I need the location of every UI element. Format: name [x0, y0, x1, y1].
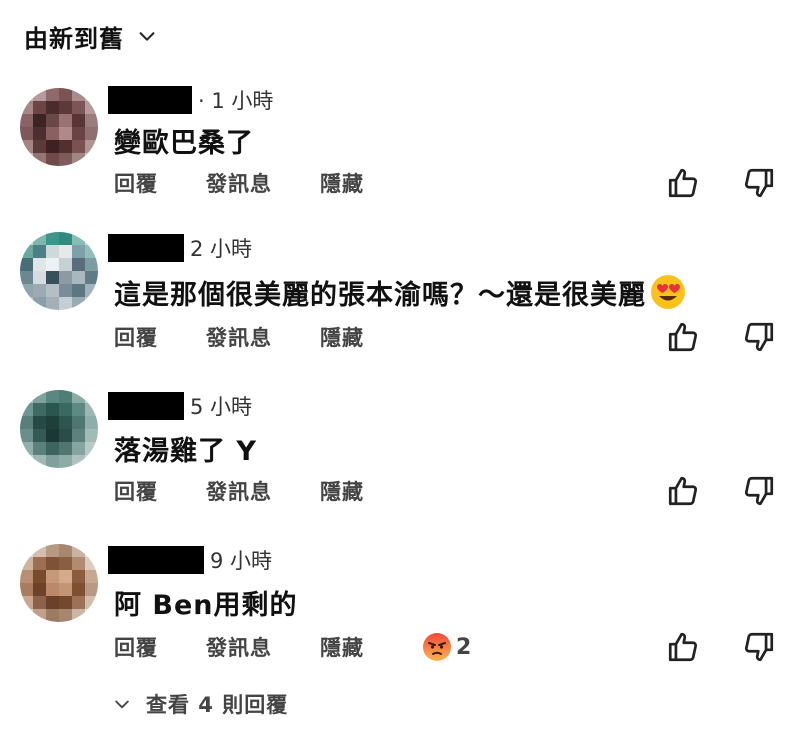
comment: · 1 小時 變歐巴桑了 回覆 發訊息 隱藏 — [0, 78, 800, 228]
message-button[interactable]: 發訊息 — [206, 322, 272, 352]
comment-text: 落湯雞了 Y — [114, 435, 257, 467]
message-button[interactable]: 發訊息 — [206, 168, 272, 198]
comment: 9 小時 阿 Ben用剩的 回覆 發訊息 隱藏 2 — [0, 538, 800, 688]
sort-label: 由新到舊 — [24, 24, 124, 53]
comment-time: 9 小時 — [210, 549, 273, 573]
reaction-count: 2 — [456, 634, 472, 660]
hide-button[interactable]: 隱藏 — [320, 632, 364, 662]
comment: 2 小時 這是那個很美麗的張本渝嗎？～還是很美麗 回覆 發訊息 隱藏 — [0, 226, 800, 376]
reply-button[interactable]: 回覆 — [114, 168, 158, 198]
avatar[interactable] — [20, 232, 98, 310]
comment-time: 5 小時 — [190, 395, 253, 419]
hide-button[interactable]: 隱藏 — [320, 476, 364, 506]
thumbs-down-icon[interactable] — [742, 630, 776, 664]
reply-button[interactable]: 回覆 — [114, 632, 158, 662]
message-button[interactable]: 發訊息 — [206, 476, 272, 506]
thumbs-down-icon[interactable] — [742, 320, 776, 354]
sort-dropdown[interactable]: 由新到舊 — [24, 18, 158, 54]
hide-button[interactable]: 隱藏 — [320, 322, 364, 352]
angry-emoji-icon — [423, 633, 451, 661]
comment-text: 變歐巴桑了 — [114, 127, 254, 159]
heart-eyes-emoji-icon — [651, 275, 685, 309]
view-replies-label: 查看 4 則回覆 — [146, 693, 289, 717]
thumbs-up-icon[interactable] — [666, 630, 700, 664]
avatar[interactable] — [20, 544, 98, 622]
reply-button[interactable]: 回覆 — [114, 322, 158, 352]
comment: 5 小時 落湯雞了 Y 回覆 發訊息 隱藏 — [0, 384, 800, 534]
reaction-summary[interactable]: 2 — [422, 632, 471, 662]
avatar[interactable] — [20, 88, 98, 166]
thumbs-down-icon[interactable] — [742, 166, 776, 200]
message-button[interactable]: 發訊息 — [206, 632, 272, 662]
reply-button[interactable]: 回覆 — [114, 476, 158, 506]
thumbs-up-icon[interactable] — [666, 166, 700, 200]
redacted-username — [108, 234, 184, 262]
hide-button[interactable]: 隱藏 — [320, 168, 364, 198]
comment-time: · 1 小時 — [198, 89, 274, 113]
redacted-username — [108, 546, 204, 574]
redacted-username — [108, 392, 184, 420]
comment-time: 2 小時 — [190, 237, 253, 261]
chevron-down-icon — [115, 700, 129, 709]
thumbs-down-icon[interactable] — [742, 474, 776, 508]
thumbs-up-icon[interactable] — [666, 474, 700, 508]
avatar[interactable] — [20, 390, 98, 468]
redacted-username — [108, 86, 192, 114]
comment-text: 這是那個很美麗的張本渝嗎？～還是很美麗 — [114, 279, 646, 311]
chevron-down-icon — [139, 32, 155, 41]
view-replies-button[interactable]: 查看 4 則回覆 — [112, 686, 288, 722]
thumbs-up-icon[interactable] — [666, 320, 700, 354]
comment-text: 阿 Ben用剩的 — [114, 589, 298, 621]
